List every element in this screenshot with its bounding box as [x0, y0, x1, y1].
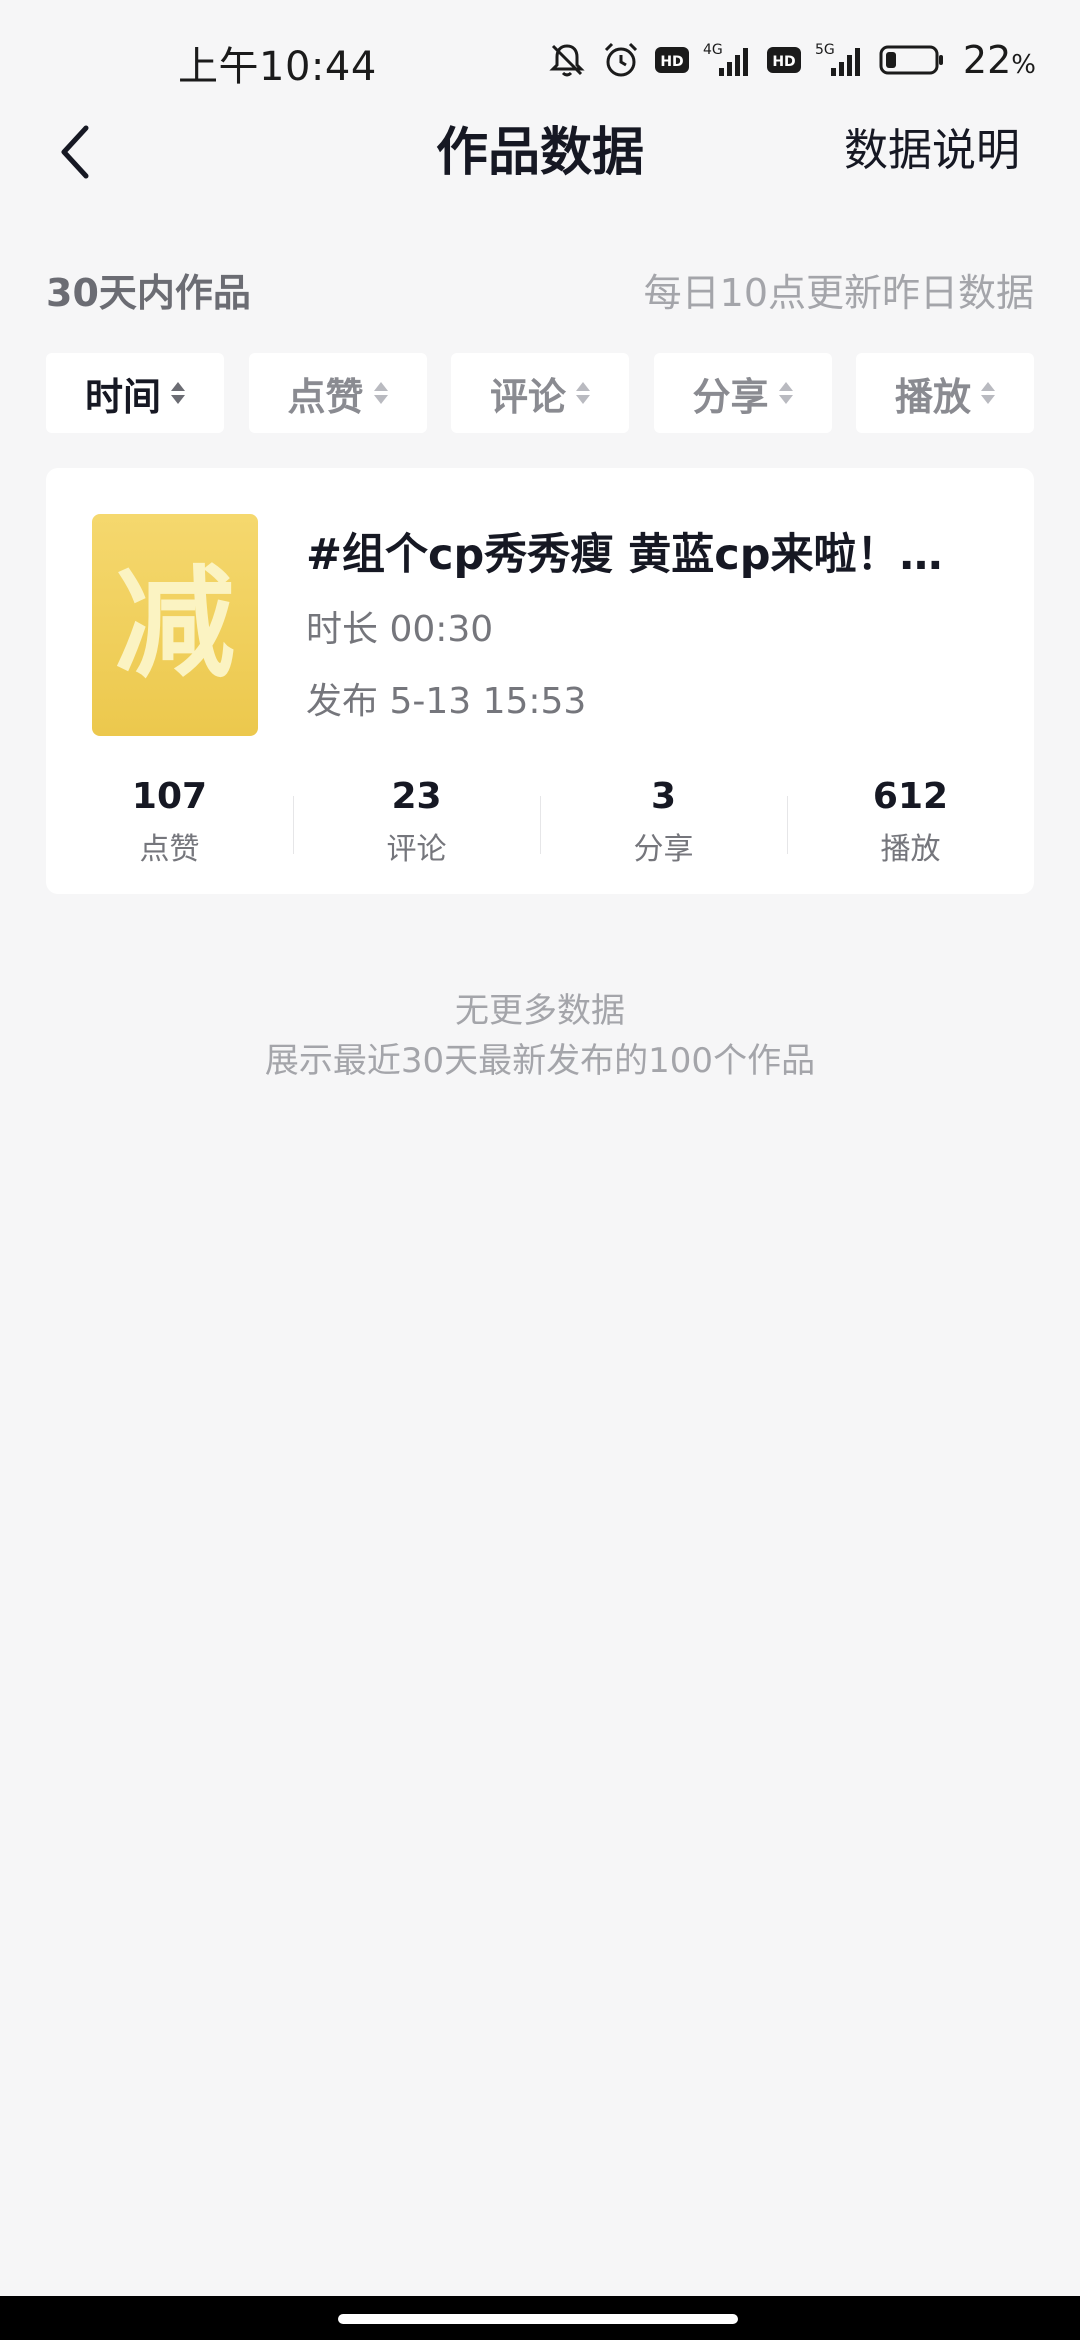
sort-tab-label: 时间: [84, 374, 161, 419]
stat-value: 107: [131, 776, 208, 817]
mute-bell-icon: [547, 40, 587, 80]
no-more-notice: 无更多数据 展示最近30天最新发布的100个作品: [0, 986, 1080, 1086]
system-nav-bar: [0, 2296, 1080, 2340]
stat-likes: 107 点赞: [46, 774, 293, 874]
video-card[interactable]: 减 #组个cp秀秀瘦 黄蓝cp来啦！… 时长 00:30 发布 5-13 15:…: [46, 468, 1034, 894]
status-icons: HD 4G HD 5G 22%: [547, 38, 1036, 82]
section-title: 30天内作品: [46, 271, 251, 315]
sort-tab-comments[interactable]: 评论: [451, 353, 629, 433]
no-more-text: 无更多数据: [455, 991, 625, 1031]
stat-comments: 23 评论: [293, 774, 540, 874]
sort-tab-plays[interactable]: 播放: [856, 353, 1034, 433]
update-note: 每日10点更新昨日数据: [643, 271, 1034, 315]
stat-label: 点赞: [139, 832, 200, 867]
sort-arrows-icon: [981, 379, 995, 407]
svg-text:5G: 5G: [815, 42, 835, 58]
video-title: #组个cp秀秀瘦 黄蓝cp来啦！…: [306, 530, 943, 580]
sort-arrows-icon: [171, 379, 185, 407]
stat-label: 评论: [386, 832, 447, 867]
sort-tab-time[interactable]: 时间: [46, 353, 224, 433]
stat-label: 播放: [880, 832, 941, 867]
stat-label: 分享: [633, 832, 694, 867]
thumbnail-text: 减: [115, 555, 235, 694]
nav-bar: 作品数据 数据说明: [0, 100, 1080, 210]
sort-tabs: 时间 点赞 评论 分享 播放: [46, 353, 1034, 433]
stat-value: 612: [872, 776, 949, 817]
data-explain-link[interactable]: 数据说明: [844, 114, 1020, 178]
video-thumbnail[interactable]: 减: [92, 514, 258, 736]
video-stats: 107 点赞 23 评论 3 分享 612 播放: [46, 774, 1034, 874]
sort-arrows-icon: [576, 379, 590, 407]
signal-icon: 4G: [703, 40, 753, 80]
video-publish-time: 发布 5-13 15:53: [306, 681, 587, 722]
hd-icon: HD: [654, 45, 689, 75]
svg-text:HD: HD: [660, 54, 683, 70]
sort-tab-label: 播放: [894, 374, 971, 419]
sort-arrows-icon: [778, 379, 793, 407]
sort-tab-shares[interactable]: 分享: [653, 353, 832, 433]
battery-percent: 22%: [962, 38, 1036, 82]
stat-value: 23: [391, 776, 442, 817]
home-indicator[interactable]: [338, 2314, 738, 2324]
sort-tab-likes[interactable]: 点赞: [248, 353, 427, 433]
stat-shares: 3 分享: [540, 774, 787, 874]
battery-icon: [879, 43, 945, 77]
svg-text:HD: HD: [772, 54, 795, 70]
hd-icon: HD: [766, 45, 801, 75]
stat-value: 3: [650, 776, 677, 817]
status-time: 上午10:44: [178, 44, 377, 90]
section-header: 30天内作品 每日10点更新昨日数据: [46, 262, 1034, 315]
sort-tab-label: 分享: [692, 374, 769, 419]
svg-text:4G: 4G: [703, 42, 723, 58]
sort-tab-label: 点赞: [287, 374, 364, 419]
sort-arrows-icon: [373, 379, 388, 407]
video-duration: 时长 00:30: [306, 609, 494, 650]
alarm-icon: [601, 40, 641, 80]
no-more-note: 展示最近30天最新发布的100个作品: [264, 1041, 816, 1081]
stat-plays: 612 播放: [787, 774, 1034, 874]
signal-icon: 5G: [815, 40, 865, 80]
sort-tab-label: 评论: [489, 374, 566, 419]
